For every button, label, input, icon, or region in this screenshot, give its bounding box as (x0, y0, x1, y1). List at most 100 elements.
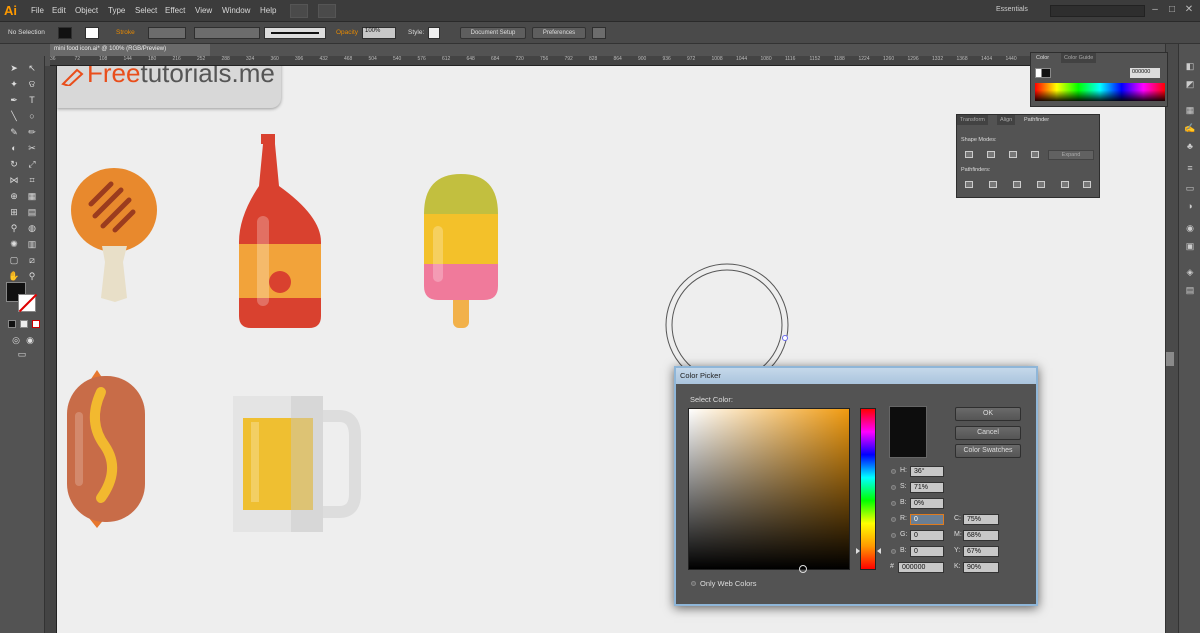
rotate-tool-icon[interactable]: ↻ (8, 158, 20, 170)
menu-type[interactable]: Type (108, 6, 125, 15)
color-swatches-button[interactable]: Color Swatches (955, 444, 1021, 458)
red-radio[interactable] (891, 517, 896, 522)
black-field[interactable]: 90% (963, 562, 999, 573)
ellipse-tool-icon[interactable]: ○ (26, 110, 38, 122)
menu-object[interactable]: Object (75, 6, 98, 15)
document-setup-button[interactable]: Document Setup (460, 27, 526, 39)
transparency-icon[interactable]: ◑ (1184, 200, 1196, 212)
maximize-icon[interactable]: □ (1165, 3, 1179, 17)
dialog-title[interactable]: Color Picker (676, 368, 1036, 384)
stroke-weight-field[interactable] (148, 27, 186, 39)
brightness-field[interactable]: 0% (910, 498, 944, 509)
minus-front-icon[interactable] (987, 151, 995, 158)
zoom-tool-icon[interactable]: ⚲ (26, 270, 38, 282)
free-transform-tool-icon[interactable]: ⌗ (26, 174, 38, 186)
tab-pathfinder[interactable]: Pathfinder (1021, 115, 1053, 125)
screen-mode-icon[interactable]: ▭ (16, 348, 28, 360)
opacity-label[interactable]: Opacity (336, 29, 358, 36)
menu-select[interactable]: Select (135, 6, 157, 15)
column-graph-tool-icon[interactable]: ▥ (26, 238, 38, 250)
cancel-button[interactable]: Cancel (955, 426, 1021, 440)
intersect-icon[interactable] (1009, 151, 1017, 158)
color-mode-icon[interactable] (8, 320, 16, 328)
cyan-field[interactable]: 75% (963, 514, 999, 525)
expand-button[interactable]: Expand (1048, 150, 1094, 160)
gradient-panel-icon[interactable]: ▭ (1184, 182, 1196, 194)
hand-tool-icon[interactable]: ✋ (8, 270, 20, 282)
graphic-styles-icon[interactable]: ▣ (1184, 240, 1196, 252)
minus-back-icon[interactable] (1083, 181, 1091, 188)
unite-icon[interactable] (965, 151, 973, 158)
scale-tool-icon[interactable]: ⤢ (26, 158, 38, 170)
saturation-brightness-field[interactable] (688, 408, 850, 570)
workspace-switcher[interactable]: Essentials (996, 6, 1028, 13)
none-mode-icon[interactable] (32, 320, 40, 328)
shape-builder-tool-icon[interactable]: ⊕ (8, 190, 20, 202)
menu-file[interactable]: File (31, 6, 44, 15)
hue-slider[interactable] (860, 408, 876, 570)
red-field[interactable]: 0 (910, 514, 944, 525)
web-colors-checkbox[interactable] (691, 581, 696, 586)
fill-swatch[interactable] (58, 27, 72, 39)
stroke-label[interactable]: Stroke (116, 29, 135, 36)
artboards-icon[interactable]: ▤ (1184, 284, 1196, 296)
symbols-icon[interactable]: ♣ (1184, 140, 1196, 152)
graphic-style-swatch[interactable] (428, 27, 440, 39)
eyedropper-tool-icon[interactable]: ⚲ (8, 222, 20, 234)
direct-selection-tool-icon[interactable]: ↖ (26, 62, 38, 74)
hue-slider-right-arrow[interactable] (877, 548, 881, 554)
menu-view[interactable]: View (195, 6, 212, 15)
swatches-icon[interactable]: ▦ (1184, 104, 1196, 116)
saturation-radio[interactable] (891, 485, 896, 490)
saturation-field[interactable]: 71% (910, 482, 944, 493)
opacity-field[interactable]: 100% (362, 27, 396, 39)
appearance-icon[interactable]: ◉ (1184, 222, 1196, 234)
hex-field[interactable]: 000000 (898, 562, 944, 573)
slice-tool-icon[interactable]: ⧄ (26, 254, 38, 266)
vertical-scrollbar[interactable] (1165, 44, 1178, 633)
document-tab[interactable]: mini food icon.ai* @ 100% (RGB/Preview) (50, 44, 210, 56)
draw-inside-icon[interactable]: ◉ (24, 334, 36, 346)
color-spectrum-bar[interactable] (1035, 83, 1165, 101)
outline-icon[interactable] (1061, 181, 1069, 188)
variable-width-select[interactable] (194, 27, 260, 39)
artboard-tool-icon[interactable]: ▢ (8, 254, 20, 266)
perspective-grid-tool-icon[interactable]: ▦ (26, 190, 38, 202)
yellow-field[interactable]: 67% (963, 546, 999, 557)
menu-help[interactable]: Help (260, 6, 276, 15)
gradient-tool-icon[interactable]: ▤ (26, 206, 38, 218)
draw-mode-icon[interactable]: ◎ (10, 334, 22, 346)
pencil-tool-icon[interactable]: ✏ (26, 126, 38, 138)
exclude-icon[interactable] (1031, 151, 1039, 158)
tab-color[interactable]: Color (1033, 53, 1053, 63)
hue-radio[interactable] (891, 469, 896, 474)
magenta-field[interactable]: 68% (963, 530, 999, 541)
help-search-input[interactable] (1050, 5, 1145, 17)
color-guide-icon[interactable]: ◩ (1184, 78, 1196, 90)
menu-effect[interactable]: Effect (165, 6, 185, 15)
magic-wand-tool-icon[interactable]: ✦ (8, 78, 20, 90)
ok-button[interactable]: OK (955, 407, 1021, 421)
blob-brush-tool-icon[interactable]: ◐ (8, 142, 20, 154)
green-field[interactable]: 0 (910, 530, 944, 541)
tab-transform[interactable]: Transform (957, 115, 988, 125)
close-icon[interactable]: ✕ (1182, 3, 1196, 17)
color-panel-icon[interactable]: ◧ (1184, 60, 1196, 72)
blue-radio[interactable] (891, 549, 896, 554)
gradient-mode-icon[interactable] (20, 320, 28, 328)
line-tool-icon[interactable]: ╲ (8, 110, 20, 122)
trim-icon[interactable] (989, 181, 997, 188)
stroke-color-box[interactable] (18, 293, 38, 313)
stroke-swatch[interactable] (85, 27, 99, 39)
scrollbar-thumb[interactable] (1166, 352, 1174, 366)
brush-definition-select[interactable] (264, 27, 326, 39)
bridge-icon[interactable] (290, 4, 308, 18)
type-tool-icon[interactable]: T (26, 94, 38, 106)
layers-icon[interactable]: ◈ (1184, 266, 1196, 278)
paintbrush-tool-icon[interactable]: ✎ (8, 126, 20, 138)
lasso-tool-icon[interactable]: ଡ (26, 78, 38, 90)
crop-icon[interactable] (1037, 181, 1045, 188)
arrange-documents-icon[interactable] (318, 4, 336, 18)
hue-field[interactable]: 36° (910, 466, 944, 477)
color-cursor[interactable] (799, 565, 807, 573)
